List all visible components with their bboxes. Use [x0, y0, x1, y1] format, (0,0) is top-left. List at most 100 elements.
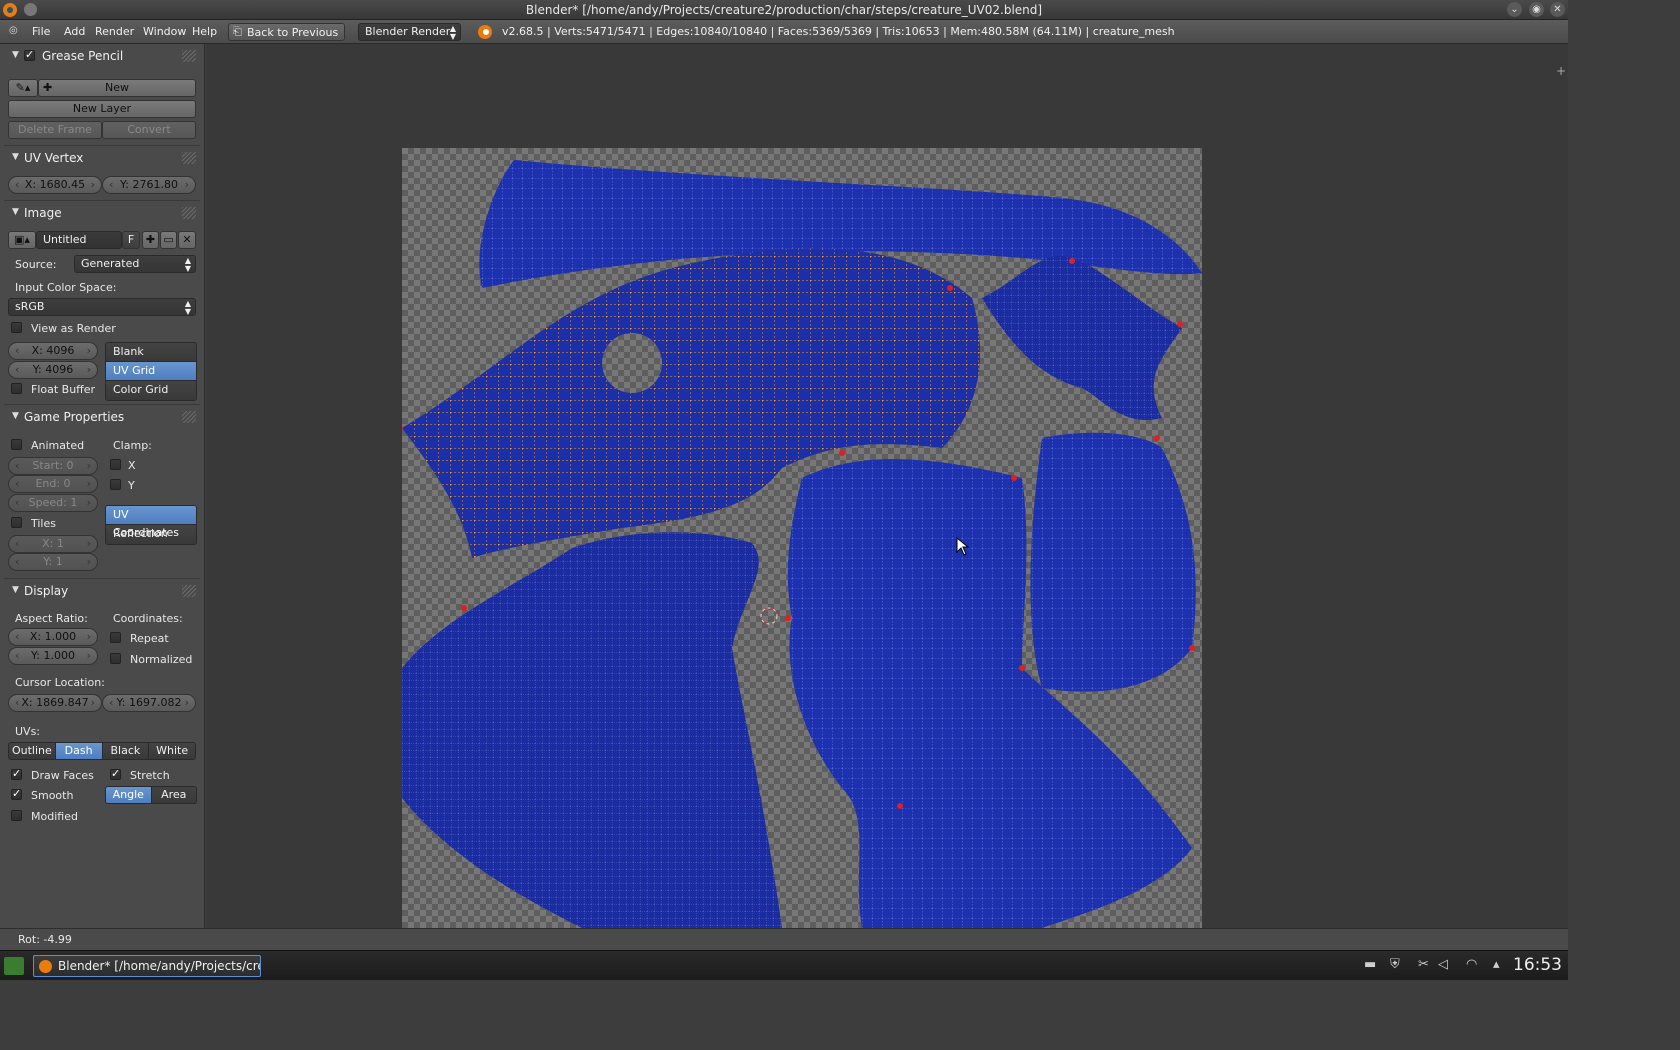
draw-faces-checkbox[interactable]	[11, 767, 22, 780]
uv-image-editor-viewport[interactable]: +	[206, 44, 1568, 928]
cursor-y-field[interactable]: Y: 1697.082	[102, 694, 196, 712]
drag-grip-icon[interactable]	[182, 585, 196, 597]
scissors-icon[interactable]: ✂	[1418, 957, 1429, 972]
start-menu-button[interactable]	[4, 957, 24, 975]
tiles-x-field[interactable]: X: 1	[8, 535, 98, 553]
divider	[4, 578, 200, 579]
window-title: Blender* [/home/andy/Projects/creature2/…	[525, 3, 1043, 17]
type-blank-option[interactable]: Blank	[106, 343, 196, 362]
uv-vertex-x-field[interactable]: X: 1680.45	[8, 176, 102, 194]
render-engine-select[interactable]: Blender Render ▲ ▼	[358, 23, 461, 41]
tiles-checkbox[interactable]	[11, 517, 22, 528]
drag-grip-icon[interactable]	[182, 50, 196, 62]
uv-island-head[interactable]	[402, 532, 782, 928]
aspect-y-field[interactable]: Y: 1.000	[8, 647, 98, 665]
updown-arrows-icon: ▲ ▼	[184, 256, 191, 273]
grease-pencil-header[interactable]: ▼ Grease Pencil	[0, 46, 200, 68]
uv-island-hand[interactable]	[982, 256, 1182, 421]
tiles-label: Tiles	[31, 517, 56, 530]
type-uv-grid-option[interactable]: UV Grid	[106, 362, 196, 381]
mapping-reflection-option[interactable]: Reflection	[106, 525, 196, 544]
notification-icon[interactable]: ▬	[1364, 957, 1376, 972]
maximize-button[interactable]: ◉	[1529, 2, 1544, 17]
normalized-checkbox[interactable]	[110, 653, 121, 664]
uv-vertex-header[interactable]: ▼ UV Vertex	[0, 148, 200, 170]
delete-frame-button[interactable]: Delete Frame	[8, 121, 102, 139]
shield-icon[interactable]: ⛨	[1390, 957, 1400, 972]
animated-checkbox[interactable]	[11, 439, 22, 450]
type-color-grid-option[interactable]: Color Grid	[106, 381, 196, 400]
2d-cursor-icon	[760, 607, 778, 625]
anim-start-field[interactable]: Start: 0	[8, 457, 98, 475]
game-properties-header[interactable]: ▼ Game Properties	[0, 407, 200, 429]
grease-pencil-new-button[interactable]: ✚ New	[38, 79, 196, 97]
image-browse-button[interactable]: ▣▴	[8, 231, 36, 249]
menu-window[interactable]: Window	[143, 25, 186, 38]
back-to-previous-button[interactable]: Back to Previous	[228, 23, 346, 41]
clock[interactable]: 16:53	[1513, 955, 1562, 975]
uv-style-black[interactable]: Black	[102, 743, 150, 759]
convert-button[interactable]: Convert	[102, 121, 196, 139]
uv-style-dash[interactable]: Dash	[55, 743, 103, 759]
uv-vertex-y-field[interactable]: Y: 2761.80	[102, 176, 196, 194]
drag-grip-icon[interactable]	[182, 207, 196, 219]
volume-icon[interactable]: ◁	[1438, 957, 1448, 972]
menu-help[interactable]: Help	[192, 25, 217, 38]
drag-grip-icon[interactable]	[182, 152, 196, 164]
taskbar-blender-window[interactable]: Blender* [/home/andy/Projects/cre	[33, 955, 261, 977]
color-space-select[interactable]: sRGB ▲ ▼	[8, 298, 196, 316]
header-status-strip: Rot: -4.99	[0, 928, 1568, 950]
clamp-x-checkbox[interactable]	[110, 459, 121, 470]
grease-pencil-browse[interactable]: ✎▴	[8, 79, 38, 97]
region-expand-icon[interactable]: +	[1556, 64, 1566, 78]
modified-checkbox[interactable]	[11, 810, 22, 821]
image-height-field[interactable]: Y: 4096	[8, 361, 98, 379]
drag-grip-icon[interactable]	[182, 411, 196, 423]
os-taskbar: Blender* [/home/andy/Projects/cre ▬ ⛨ ✂ …	[0, 950, 1568, 980]
stretch-mode-angle[interactable]: Angle	[106, 787, 152, 803]
anim-speed-field[interactable]: Speed: 1	[8, 494, 98, 512]
image-width-field[interactable]: X: 4096	[8, 342, 98, 360]
menu-file[interactable]: File	[32, 25, 50, 38]
anim-end-field[interactable]: End: 0	[8, 475, 98, 493]
view-as-render-checkbox[interactable]	[11, 322, 22, 333]
tiles-y-field[interactable]: Y: 1	[8, 553, 98, 571]
source-select[interactable]: Generated ▲ ▼	[74, 255, 196, 273]
source-label: Source:	[15, 258, 57, 271]
close-button[interactable]: ✕	[1550, 2, 1565, 17]
repeat-checkbox[interactable]	[110, 632, 121, 643]
tray-expand-icon[interactable]: ▴	[1493, 957, 1500, 972]
game-properties-title: Game Properties	[24, 410, 125, 424]
menu-add[interactable]: Add	[64, 25, 85, 38]
image-header[interactable]: ▼ Image	[0, 203, 200, 225]
clamp-y-label: Y	[128, 479, 135, 492]
wifi-icon[interactable]: ◠	[1466, 957, 1477, 972]
image-name-field[interactable]: Untitled	[36, 231, 122, 249]
mapping-uv-coordinates-option[interactable]: UV Coordinates	[106, 506, 196, 539]
open-image-button[interactable]: ▭	[160, 231, 177, 249]
aspect-x-field[interactable]: X: 1.000	[8, 628, 98, 646]
plus-icon: ✚	[145, 233, 156, 246]
uv-style-outline[interactable]: Outline	[9, 743, 56, 759]
float-buffer-checkbox[interactable]	[11, 383, 22, 394]
uv-island-leg[interactable]	[1030, 432, 1196, 692]
unlink-image-button[interactable]: ✕	[178, 231, 196, 249]
stretch-mode-area[interactable]: Area	[151, 787, 196, 803]
clamp-y-checkbox[interactable]	[110, 479, 121, 490]
collapse-triangle-icon: ▼	[12, 50, 19, 60]
uv-islands-overlay[interactable]	[402, 148, 1202, 928]
smooth-checkbox[interactable]	[11, 787, 22, 800]
cursor-x-field[interactable]: X: 1869.847	[8, 694, 102, 712]
float-buffer-label: Float Buffer	[31, 383, 96, 396]
display-header[interactable]: ▼ Display	[0, 581, 200, 603]
uv-style-white[interactable]: White	[149, 743, 195, 759]
grease-pencil-checkbox[interactable]	[24, 48, 35, 61]
new-layer-button[interactable]: New Layer	[8, 100, 196, 118]
stretch-checkbox[interactable]	[110, 767, 121, 780]
minimize-button[interactable]: ⌄	[1507, 2, 1522, 17]
editor-type-icon[interactable]: ◎	[9, 25, 23, 39]
uvs-label: UVs:	[15, 725, 41, 738]
new-image-button[interactable]: ✚	[142, 231, 159, 249]
menu-render[interactable]: Render	[95, 25, 134, 38]
fake-user-toggle[interactable]: F	[122, 231, 140, 249]
